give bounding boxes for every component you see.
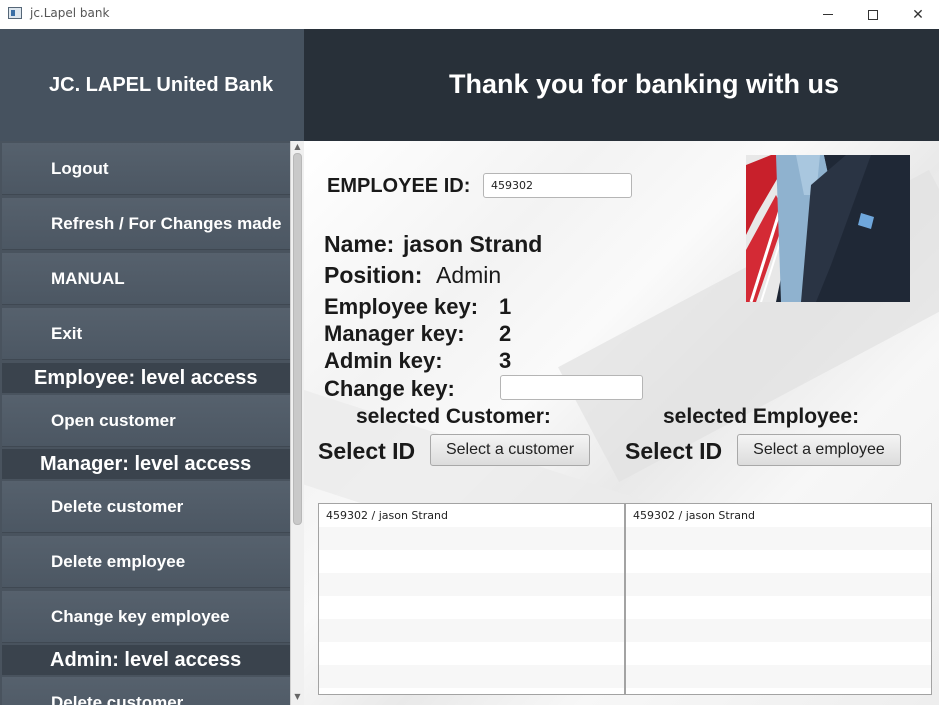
close-button[interactable]: ✕ — [895, 0, 939, 29]
scroll-down-icon[interactable]: ▼ — [291, 691, 304, 703]
admin-access-heading: Admin: level access — [2, 645, 290, 675]
manager-key-label: Manager key: — [324, 321, 465, 346]
manager-key-value: 2 — [499, 321, 512, 346]
admin-delete-customer-button[interactable]: Delete customer — [2, 677, 290, 705]
list-item — [319, 550, 624, 573]
list-item — [319, 573, 624, 596]
list-item — [319, 619, 624, 642]
brand-area: JC. LAPEL United Bank — [0, 29, 304, 141]
employee-list[interactable]: 459302 / jason Strand — [625, 503, 932, 695]
scroll-thumb[interactable] — [293, 153, 302, 525]
minimize-button[interactable] — [805, 0, 851, 29]
window-title: jc.Lapel bank — [30, 6, 110, 20]
select-customer-button[interactable]: Select a customer — [430, 434, 590, 466]
exit-button[interactable]: Exit — [2, 308, 290, 360]
maximize-icon — [868, 9, 878, 20]
selected-customer-label: selected Customer: — [356, 405, 551, 428]
employee-list-item[interactable]: 459302 / jason Strand — [626, 504, 931, 527]
sidebar-scrollbar[interactable]: ▲ ▼ — [290, 141, 304, 705]
change-key-employee-button[interactable]: Change key employee — [2, 591, 290, 643]
list-item — [319, 596, 624, 619]
admin-key-label: Admin key: — [324, 348, 443, 373]
change-key-field[interactable] — [500, 375, 643, 400]
open-customer-button[interactable]: Open customer — [2, 395, 290, 447]
manual-button[interactable]: MANUAL — [2, 253, 290, 305]
customer-list[interactable]: 459302 / jason Strand — [318, 503, 625, 695]
delete-customer-button[interactable]: Delete customer — [2, 481, 290, 533]
list-item — [626, 665, 931, 688]
employee-photo — [746, 155, 910, 302]
scroll-up-icon[interactable]: ▲ — [291, 141, 304, 153]
banner-text: Thank you for banking with us — [449, 69, 840, 99]
manager-access-heading: Manager: level access — [2, 449, 290, 479]
name-value: jason Strand — [403, 231, 543, 257]
logout-button[interactable]: Logout — [2, 143, 290, 195]
list-item — [319, 642, 624, 665]
list-item — [626, 550, 931, 573]
list-item — [626, 596, 931, 619]
select-id-employee-label: Select ID — [625, 438, 723, 464]
employee-key-label: Employee key: — [324, 294, 479, 319]
list-item — [626, 573, 931, 596]
header: JC. LAPEL United Bank Thank you for bank… — [0, 29, 939, 141]
refresh-button[interactable]: Refresh / For Changes made — [2, 198, 290, 250]
minimize-icon — [823, 14, 833, 15]
name-label: Name: — [324, 231, 395, 257]
employee-access-heading: Employee: level access — [2, 363, 290, 393]
suit-tie-image — [746, 155, 910, 302]
employee-key-value: 1 — [499, 294, 512, 319]
select-employee-button[interactable]: Select a employee — [737, 434, 901, 466]
position-value: Admin — [436, 262, 502, 288]
delete-employee-button[interactable]: Delete employee — [2, 536, 290, 588]
bank-name: JC. LAPEL United Bank — [49, 74, 274, 96]
banner-area: Thank you for banking with us — [304, 29, 939, 141]
customer-list-item[interactable]: 459302 / jason Strand — [319, 504, 624, 527]
app-icon — [8, 7, 22, 19]
maximize-button[interactable] — [850, 0, 896, 29]
employee-id-label: EMPLOYEE ID: — [327, 175, 471, 197]
select-id-customer-label: Select ID — [318, 438, 416, 464]
position-label: Position: — [324, 262, 423, 288]
list-item — [319, 527, 624, 550]
list-item — [319, 665, 624, 688]
list-item — [626, 619, 931, 642]
list-item — [626, 527, 931, 550]
employee-id-field[interactable]: 459302 — [483, 173, 632, 198]
selected-employee-label: selected Employee: — [663, 405, 860, 428]
change-key-label: Change key: — [324, 376, 455, 401]
main-panel: EMPLOYEE ID: 459302 Name: jason Strand P… — [304, 141, 939, 705]
title-bar: jc.Lapel bank ✕ — [0, 0, 939, 29]
admin-key-value: 3 — [499, 348, 512, 373]
list-item — [626, 642, 931, 665]
sidebar: Logout Refresh / For Changes made MANUAL… — [0, 141, 304, 705]
close-icon: ✕ — [912, 6, 924, 23]
